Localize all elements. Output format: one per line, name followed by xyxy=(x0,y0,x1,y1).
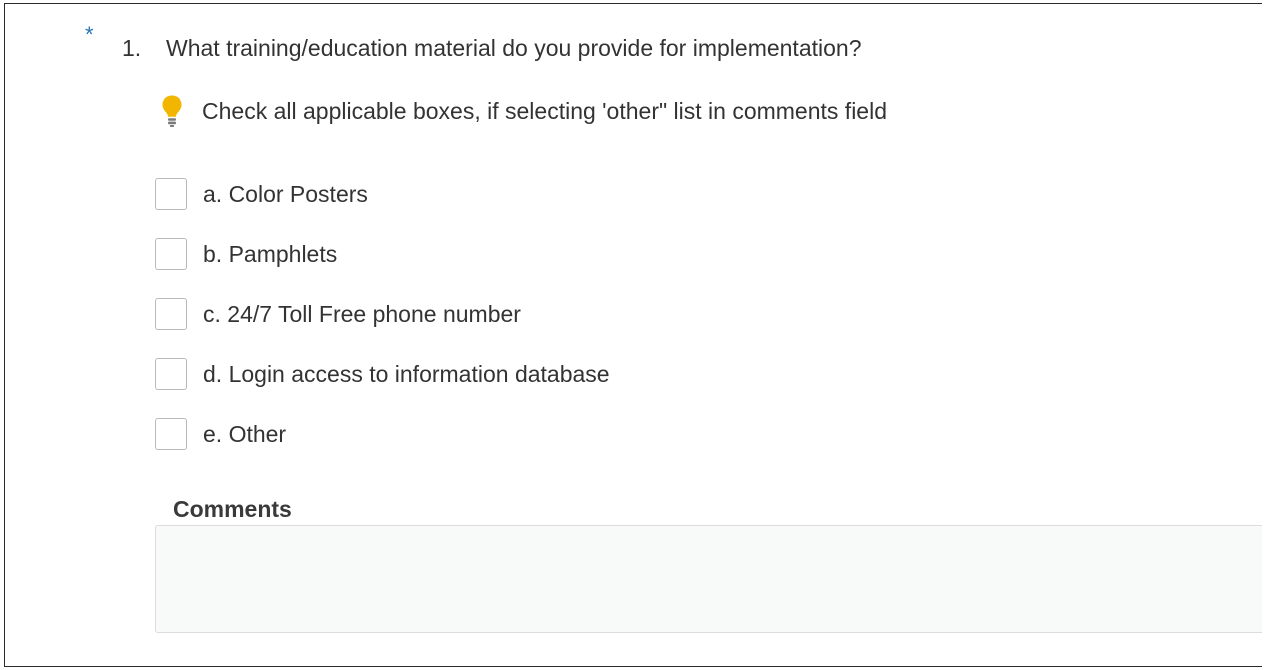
question-text: What training/education material do you … xyxy=(166,35,862,61)
comments-field[interactable] xyxy=(155,525,1262,633)
question-number: 1. xyxy=(122,35,142,61)
checkbox-group: a. Color Posters b. Pamphlets c. 24/7 To… xyxy=(155,176,610,476)
checkbox-toll-free-number[interactable] xyxy=(155,298,187,330)
option-label[interactable]: c. 24/7 Toll Free phone number xyxy=(203,301,521,327)
checkbox-login-access[interactable] xyxy=(155,358,187,390)
required-indicator: * xyxy=(85,22,94,47)
survey-question: * 1. What training/education material do… xyxy=(5,4,1262,666)
checkbox-color-posters[interactable] xyxy=(155,178,187,210)
option-label[interactable]: a. Color Posters xyxy=(203,181,368,207)
option-toll-free-number[interactable]: c. 24/7 Toll Free phone number xyxy=(155,296,610,332)
checkbox-pamphlets[interactable] xyxy=(155,238,187,270)
checkbox-other[interactable] xyxy=(155,418,187,450)
comments-label: Comments xyxy=(173,496,292,522)
option-other[interactable]: e. Other xyxy=(155,416,610,452)
option-pamphlets[interactable]: b. Pamphlets xyxy=(155,236,610,272)
option-label[interactable]: d. Login access to information database xyxy=(203,361,610,387)
survey-frame: * 1. What training/education material do… xyxy=(4,3,1262,667)
lightbulb-icon xyxy=(161,94,183,128)
hint-text: Check all applicable boxes, if selecting… xyxy=(202,98,887,124)
option-login-access[interactable]: d. Login access to information database xyxy=(155,356,610,392)
option-label[interactable]: b. Pamphlets xyxy=(203,241,337,267)
question-hint: Check all applicable boxes, if selecting… xyxy=(161,94,887,128)
option-color-posters[interactable]: a. Color Posters xyxy=(155,176,610,212)
option-label[interactable]: e. Other xyxy=(203,421,286,447)
